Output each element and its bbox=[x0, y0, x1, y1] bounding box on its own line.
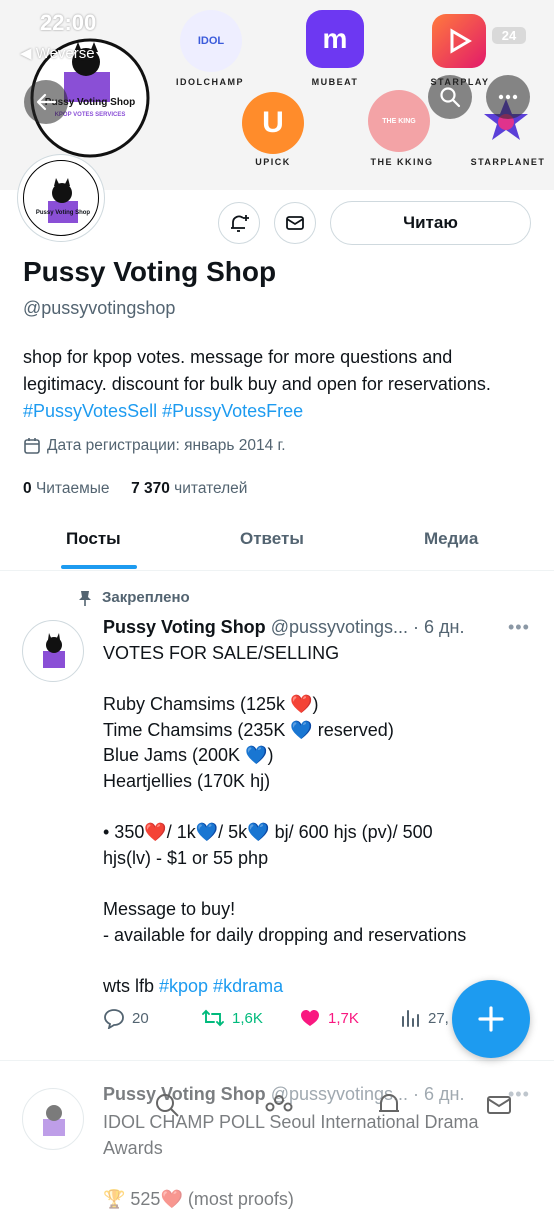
calendar-icon bbox=[24, 438, 40, 454]
post-line: hjs(lv) - $1 or 55 php bbox=[103, 847, 269, 868]
join-date-text: Дата регистрации: январь 2014 г. bbox=[47, 437, 286, 454]
pinned-indicator: Закреплено bbox=[78, 589, 190, 606]
mubeat-icon: m bbox=[306, 10, 364, 68]
post-line: • 350❤️/ 1k💙/ 5k💙 bj/ 600 hjs (pv)/ 500 bbox=[103, 822, 433, 843]
like-button[interactable]: 1,7K bbox=[299, 1007, 359, 1029]
profile-bio: shop for kpop votes. message for more qu… bbox=[23, 344, 533, 425]
post-line: Time Chamsims (235K 💙 reserved) bbox=[103, 719, 394, 740]
views-button[interactable]: 27, bbox=[399, 1007, 449, 1029]
bio-text: shop for kpop votes. message for more qu… bbox=[23, 347, 491, 394]
following-link[interactable]: 0 Читаемые bbox=[23, 480, 110, 497]
post-body: VOTES FOR SALE/SELLING Ruby Chamsims (12… bbox=[103, 641, 533, 999]
app-label-starplanet: STARPLANET bbox=[470, 157, 546, 167]
battery-indicator: 24 bbox=[492, 27, 526, 44]
post-hashtags[interactable]: #kpop #kdrama bbox=[159, 976, 283, 996]
heart-icon bbox=[301, 1010, 319, 1026]
tab-media[interactable]: Медиа bbox=[424, 529, 478, 549]
follow-stats: 0 Читаемые 7 370 читателей bbox=[23, 480, 247, 498]
profile-handle: @pussyvotingshop bbox=[23, 298, 176, 318]
join-date: Дата регистрации: январь 2014 г. bbox=[23, 437, 286, 455]
search-icon bbox=[440, 87, 461, 108]
avatar-logo-title: Pussy Voting Shop bbox=[35, 210, 91, 216]
post-line: VOTES FOR SALE/SELLING bbox=[103, 643, 340, 663]
bio-hashtags[interactable]: #PussyVotesSell #PussyVotesFree bbox=[23, 401, 303, 421]
views-chart-icon bbox=[402, 1010, 419, 1027]
pin-icon bbox=[79, 590, 91, 606]
envelope-icon bbox=[286, 216, 304, 230]
followers-link[interactable]: 7 370 читателей bbox=[131, 480, 247, 497]
post-more-button[interactable]: ••• bbox=[508, 617, 530, 638]
message-button[interactable] bbox=[274, 202, 316, 244]
avatar-cat-box-image bbox=[48, 178, 78, 223]
bell-icon bbox=[379, 1094, 399, 1112]
post-avatar[interactable] bbox=[22, 620, 84, 682]
tab-posts[interactable]: Посты bbox=[66, 529, 121, 549]
active-tab-indicator bbox=[61, 565, 137, 569]
communities-icon bbox=[265, 1095, 293, 1112]
profile-name: Pussy Voting Shop bbox=[23, 256, 277, 287]
back-button[interactable] bbox=[24, 80, 68, 124]
post-line: Ruby Chamsims (125k ❤️) bbox=[103, 694, 319, 715]
avatar-logo: Pussy Voting Shop bbox=[23, 160, 99, 236]
reply-icon bbox=[104, 1009, 124, 1029]
post-line: wts lfb bbox=[103, 975, 160, 996]
app-label-mubeat: MUBEAT bbox=[311, 77, 359, 87]
post-author-meta: @pussyvotings... · 6 дн. bbox=[270, 617, 465, 637]
status-time: 22:00 bbox=[40, 10, 97, 35]
pinned-label: Закреплено bbox=[102, 589, 190, 606]
post-line: - available for daily dropping and reser… bbox=[103, 924, 467, 945]
idolchamp-icon: IDOL bbox=[180, 10, 242, 72]
nav-search-button[interactable] bbox=[150, 1088, 184, 1122]
post-line: Message to buy! bbox=[103, 898, 236, 919]
plus-icon bbox=[478, 1006, 504, 1032]
retweet-icon bbox=[202, 1009, 224, 1027]
nav-messages-button[interactable] bbox=[482, 1088, 516, 1122]
starplay-icon bbox=[432, 14, 486, 68]
reply-button[interactable]: 20 bbox=[103, 1007, 149, 1029]
app-label-idolchamp: IDOLCHAMP bbox=[176, 77, 244, 87]
thekking-icon: THE KING bbox=[368, 90, 430, 152]
bell-plus-icon bbox=[231, 215, 249, 232]
bottom-navigation bbox=[0, 1088, 554, 1148]
post-author-name[interactable]: Pussy Voting Shop bbox=[103, 617, 266, 637]
app-label-thekking: THE KKING bbox=[370, 157, 434, 167]
notifications-button[interactable] bbox=[218, 202, 260, 244]
arrow-left-icon bbox=[36, 93, 57, 111]
post-line: Blue Jams (200K 💙) bbox=[103, 745, 274, 766]
retweet-button[interactable]: 1,6K bbox=[201, 1007, 263, 1029]
upick-icon: U bbox=[242, 92, 304, 154]
search-button[interactable] bbox=[428, 75, 472, 119]
profile-avatar[interactable]: Pussy Voting Shop bbox=[18, 155, 104, 241]
following-button[interactable]: Читаю bbox=[330, 201, 531, 245]
post-line: Heartjellies (170K hj) bbox=[103, 770, 271, 791]
app-label-upick: UPICK bbox=[255, 157, 291, 167]
envelope-icon bbox=[487, 1096, 511, 1114]
post-avatar-image bbox=[43, 633, 65, 668]
search-icon bbox=[156, 1094, 179, 1117]
nav-communities-button[interactable] bbox=[262, 1088, 296, 1122]
more-options-button[interactable] bbox=[486, 75, 530, 119]
compose-post-button[interactable] bbox=[452, 980, 530, 1058]
profile-tabs: Посты Ответы Медиа bbox=[0, 515, 554, 571]
more-horizontal-icon bbox=[498, 94, 518, 100]
post-divider bbox=[0, 1060, 554, 1061]
nav-notifications-button[interactable] bbox=[372, 1088, 406, 1122]
tab-replies[interactable]: Ответы bbox=[240, 529, 304, 549]
post-header: Pussy Voting Shop @pussyvotings... · 6 д… bbox=[103, 617, 464, 638]
back-to-app-link[interactable]: ◀ Weverse bbox=[20, 44, 95, 62]
